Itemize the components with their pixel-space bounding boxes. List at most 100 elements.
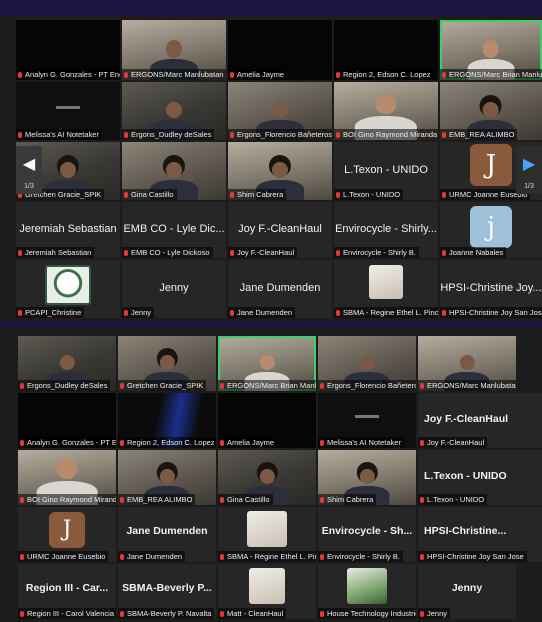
mic-muted-icon: [220, 554, 224, 560]
video-tile[interactable]: Gina Castillo: [218, 450, 316, 505]
mic-muted-icon: [230, 72, 234, 78]
video-tile[interactable]: Gretchen Gracie_SPIK: [118, 336, 216, 391]
mic-muted-icon: [442, 72, 446, 78]
video-tile[interactable]: Analyn G. Gonzales - PT Ene...: [18, 393, 116, 448]
video-tile[interactable]: Shim Cabrera: [318, 450, 416, 505]
participant-name: House Technology Industrie...: [318, 608, 416, 619]
video-tile[interactable]: Amelia Jayme: [218, 393, 316, 448]
mic-muted-icon: [320, 383, 324, 389]
participant-display-name: Jenny: [451, 582, 483, 594]
gallery-view-top: Analyn G. Gonzales - PT Energ... ERGONS/…: [0, 16, 542, 321]
video-tile[interactable]: Amelia Jayme: [228, 20, 332, 80]
video-tile[interactable]: Melissa's AI Notetaker: [16, 82, 120, 140]
video-tile[interactable]: Ergons_Florencio Bañeteros...: [318, 336, 416, 391]
video-tile[interactable]: Melissa's AI Notetaker: [318, 393, 416, 448]
video-tile-no-video[interactable]: Joy F.-CleanHaul Joy F.-CleanHaul: [418, 393, 542, 448]
video-tile[interactable]: EMB_REA ALIMBO: [440, 82, 542, 140]
video-tile-no-video[interactable]: Matt - CleanHaul: [218, 564, 316, 619]
video-tile-no-video[interactable]: Region III - Car... Region III - Carol V…: [18, 564, 116, 619]
mic-muted-icon: [336, 132, 340, 138]
participant-name: Jane Dumenden: [228, 307, 296, 318]
video-tile-no-video[interactable]: SBMA - Regine Ethel L. Pinoli: [334, 260, 438, 318]
video-tile-no-video[interactable]: Jeremiah Sebastian Jeremiah Sebastian: [16, 202, 120, 258]
video-tile[interactable]: Shim Cabrera: [228, 142, 332, 200]
video-tile-no-video[interactable]: L.Texon - UNIDO L.Texon - UNIDO: [334, 142, 438, 200]
avatar: j: [470, 206, 512, 248]
mic-muted-icon: [220, 383, 224, 389]
video-tile-no-video[interactable]: Envirocycle - Sh... Envirocycle - Shirly…: [318, 507, 416, 562]
participant-display-name: HPSI-Christine...: [424, 525, 507, 537]
mic-muted-icon: [320, 554, 324, 560]
participant-display-name: SBMA-Beverly P...: [122, 582, 212, 594]
next-page-button[interactable]: ▶ 1/3: [516, 146, 542, 194]
page-indicator: 1/3: [524, 183, 534, 190]
video-tile[interactable]: Ergons_Dudley deSales: [122, 82, 226, 140]
participant-name: Shim Cabrera: [228, 189, 287, 200]
avatar: J: [470, 144, 512, 186]
video-tile-no-video[interactable]: House Technology Industrie...: [318, 564, 416, 619]
participant-display-name: HPSI-Christine Joy...: [440, 282, 542, 295]
video-tile[interactable]: Ergons_Florencio Bañeteros, Jr.: [228, 82, 332, 140]
video-tile[interactable]: EMB_REA ALIMBO: [118, 450, 216, 505]
video-tile[interactable]: Gina Castillo: [122, 142, 226, 200]
mic-muted-icon: [18, 250, 22, 256]
previous-page-button[interactable]: ◀ 1/3: [16, 146, 42, 194]
participant-name: Jenny: [122, 307, 155, 318]
video-tile[interactable]: Region 2, Edson C. Lopez: [118, 393, 216, 448]
participant-name: Jeremiah Sebastian: [16, 247, 95, 258]
participant-name: Gina Castillo: [122, 189, 177, 200]
mic-muted-icon: [20, 611, 24, 617]
video-tile-no-video[interactable]: SBMA - Regine Ethel L. Pinoli: [218, 507, 316, 562]
mic-muted-icon: [120, 497, 124, 503]
mic-muted-icon: [124, 310, 128, 316]
participant-name: Region 2, Edson C. Lopez: [118, 437, 216, 448]
participant-name: Envirocycle - Shirly B.: [334, 247, 419, 258]
video-tile[interactable]: ERGONS/Marc Manlubatan: [122, 20, 226, 80]
video-tile-no-video[interactable]: SBMA-Beverly P... SBMA-Beverly P. Navalt…: [118, 564, 216, 619]
participant-name: Ergons_Dudley deSales: [18, 380, 111, 391]
video-tile-no-video[interactable]: Jane Dumenden Jane Dumenden: [228, 260, 332, 318]
participant-name: Ergons_Florencio Bañeteros...: [318, 380, 416, 391]
video-tile-active-speaker[interactable]: ERGONS/Marc Brian Manlubatan: [218, 336, 316, 391]
video-tile-no-video[interactable]: HPSI-Christine... HPSI-Christine Joy San…: [418, 507, 542, 562]
mic-muted-icon: [18, 310, 22, 316]
video-tile-no-video[interactable]: Jane Dumenden Jane Dumenden: [118, 507, 216, 562]
participant-display-name: Jane Dumenden: [239, 282, 321, 295]
participant-name: SBMA - Regine Ethel L. Pinoli: [334, 307, 438, 318]
video-tile[interactable]: Analyn G. Gonzales - PT Energ...: [16, 20, 120, 80]
mic-muted-icon: [20, 440, 24, 446]
video-tile-no-video[interactable]: j Joanne Nabales: [440, 202, 542, 258]
mic-muted-icon: [230, 250, 234, 256]
video-tile[interactable]: BOI Gino Raymond Miranda: [18, 450, 116, 505]
participant-display-name: Jeremiah Sebastian: [19, 223, 117, 236]
participant-name: Melissa's AI Notetaker: [318, 437, 404, 448]
mic-muted-icon: [120, 611, 124, 617]
gallery-view-bottom: Ergons_Dudley deSales Gretchen Gracie_SP…: [0, 327, 542, 622]
participant-name: EMB CO - Lyle Dickoso: [122, 247, 213, 258]
mic-muted-icon: [420, 611, 424, 617]
mic-muted-icon: [442, 132, 446, 138]
video-tile-active-speaker[interactable]: ERGONS/Marc Brian Manlubatan: [440, 20, 542, 80]
participant-display-name: Jane Dumenden: [126, 525, 208, 537]
mic-muted-icon: [20, 554, 24, 560]
video-tile-no-video[interactable]: EMB CO - Lyle Dic... EMB CO - Lyle Dicko…: [122, 202, 226, 258]
video-tile-no-video[interactable]: Jenny Jenny: [418, 564, 516, 619]
video-tile-no-video[interactable]: L.Texon - UNIDO L.Texon - UNIDO: [418, 450, 542, 505]
video-tile-no-video[interactable]: Envirocycle - Shirly... Envirocycle - Sh…: [334, 202, 438, 258]
avatar: J: [49, 512, 85, 548]
mic-muted-icon: [120, 554, 124, 560]
video-tile-no-video[interactable]: PCAPI_Christine: [16, 260, 120, 318]
video-tile-no-video[interactable]: Jenny Jenny: [122, 260, 226, 318]
mic-muted-icon: [20, 497, 24, 503]
mic-muted-icon: [124, 72, 128, 78]
video-tile-no-video[interactable]: J URMC Joanne Eusebio: [18, 507, 116, 562]
video-tile-no-video[interactable]: HPSI-Christine Joy... HPSI-Christine Joy…: [440, 260, 542, 318]
video-tile-no-video[interactable]: Joy F.-CleanHaul Joy F.-CleanHaul: [228, 202, 332, 258]
participant-name: Ergons_Dudley deSales: [122, 129, 215, 140]
video-tile[interactable]: Region 2, Edson C. Lopez: [334, 20, 438, 80]
page-indicator: 1/3: [24, 183, 34, 190]
video-tile[interactable]: BOI Gino Raymond Miranda: [334, 82, 438, 140]
video-tile[interactable]: ERGONS/Marc Manlubatan: [418, 336, 516, 391]
video-tile[interactable]: Ergons_Dudley deSales: [18, 336, 116, 391]
mic-muted-icon: [336, 72, 340, 78]
